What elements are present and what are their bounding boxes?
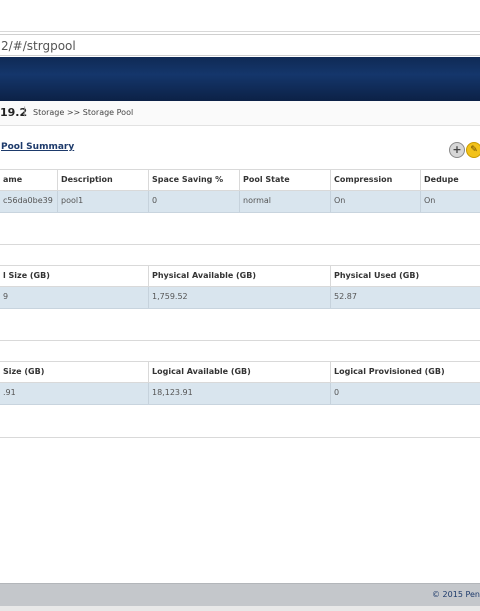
breadcrumb-separator: | <box>23 106 27 117</box>
cell-physical-available: 1,759.52 <box>149 287 331 308</box>
col-logical-size[interactable]: Size (GB) <box>0 362 149 382</box>
plus-icon[interactable]: + <box>449 142 465 158</box>
col-physical-available[interactable]: Physical Available (GB) <box>149 266 331 286</box>
col-logical-available[interactable]: Logical Available (GB) <box>149 362 331 382</box>
cell-pool-state: normal <box>240 191 331 212</box>
pencil-icon[interactable]: ✎ <box>466 142 480 158</box>
col-pool-state[interactable]: Pool State <box>240 170 331 190</box>
col-logical-provisioned[interactable]: Logical Provisioned (GB) <box>331 362 480 382</box>
col-dedupe[interactable]: Dedupe <box>421 170 480 190</box>
table-row[interactable]: .91 18,123.91 0 <box>0 383 480 405</box>
app-header-banner <box>0 57 480 101</box>
cell-physical-size: 9 <box>0 287 149 308</box>
cell-logical-provisioned: 0 <box>334 388 340 397</box>
col-compression[interactable]: Compression <box>331 170 421 190</box>
section-divider <box>0 244 480 245</box>
section-divider <box>0 437 480 438</box>
copyright-text: © 2015 Pen <box>432 590 480 599</box>
physical-table-header: l Size (GB) Physical Available (GB) Phys… <box>0 265 480 287</box>
col-physical-used[interactable]: Physical Used (GB) <box>331 266 480 286</box>
address-bar[interactable]: 2/#/strgpool <box>0 34 480 56</box>
cell-description: pool1 <box>58 191 149 212</box>
cell-dedupe: On <box>424 196 436 205</box>
col-physical-size[interactable]: l Size (GB) <box>0 266 149 286</box>
table-row[interactable]: c56da0be39 pool1 0 normal On On <box>0 191 480 213</box>
status-strip <box>0 606 480 611</box>
pool-summary-title[interactable]: Pool Summary <box>1 142 74 152</box>
pool-table-header: ame Description Space Saving % Pool Stat… <box>0 169 480 191</box>
logical-table-header: Size (GB) Logical Available (GB) Logical… <box>0 361 480 383</box>
footer-bar: © 2015 Pen <box>0 583 480 606</box>
cell-logical-available: 18,123.91 <box>149 383 331 404</box>
browser-tab-strip <box>0 0 480 32</box>
table-row[interactable]: 9 1,759.52 52.87 <box>0 287 480 309</box>
col-space-saving[interactable]: Space Saving % <box>149 170 240 190</box>
address-text[interactable]: 2/#/strgpool <box>1 39 76 53</box>
cell-physical-used: 52.87 <box>334 292 357 301</box>
col-description[interactable]: Description <box>58 170 149 190</box>
cell-space-saving: 0 <box>149 191 240 212</box>
cell-logical-size: .91 <box>0 383 149 404</box>
section-divider <box>0 340 480 341</box>
col-name[interactable]: ame <box>0 170 58 190</box>
breadcrumb[interactable]: Storage >> Storage Pool <box>33 108 133 117</box>
cell-compression: On <box>331 191 421 212</box>
breadcrumb-bar: 19.2 | Storage >> Storage Pool <box>0 101 480 126</box>
cell-name: c56da0be39 <box>0 191 58 212</box>
